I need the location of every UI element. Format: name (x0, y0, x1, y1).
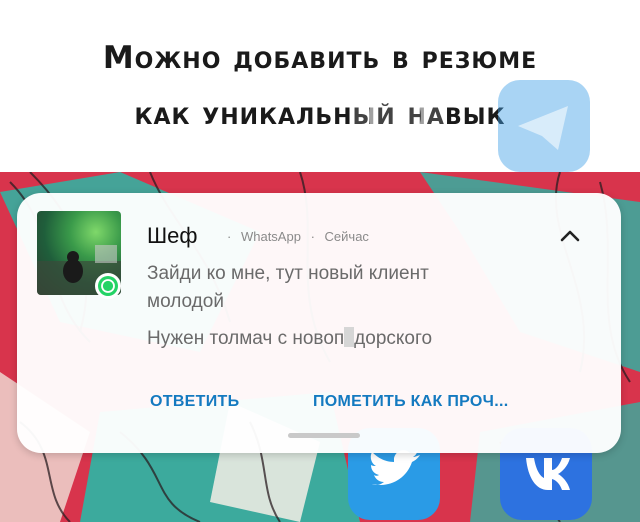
timestamp: Сейчас (324, 229, 369, 244)
notification-card[interactable]: Шеф · WhatsApp · Сейчас Зайди ко мне, ту… (17, 193, 621, 453)
notification-meta: · WhatsApp · Сейчас (227, 229, 375, 244)
message-line-2: молодой (147, 291, 224, 312)
message-line-3-part-2: дорского (354, 328, 433, 349)
message-line-3: Нужен толмач с новоп дорского (147, 327, 432, 350)
message-line-1: Зайди ко мне, тут новый клиент (147, 263, 429, 284)
chevron-up-icon[interactable] (555, 221, 585, 251)
separator: · (310, 229, 315, 244)
telegram-icon[interactable] (498, 80, 590, 172)
drag-handle[interactable] (288, 433, 360, 438)
caption-line-1: Можно добавить в резюме (102, 40, 538, 76)
whatsapp-icon[interactable] (352, 70, 444, 162)
app-name: WhatsApp (240, 229, 301, 244)
mark-as-read-button[interactable]: ПОМЕТИТЬ КАК ПРОЧ... (313, 393, 508, 411)
sender-name: Шеф (147, 223, 198, 248)
whatsapp-badge-icon (95, 273, 121, 299)
reply-button[interactable]: ОТВЕТИТЬ (150, 393, 239, 411)
message-line-3-part-1: Нужен толмач с новоп (147, 328, 345, 349)
separator: · (227, 229, 232, 244)
redaction-mark (344, 327, 355, 347)
